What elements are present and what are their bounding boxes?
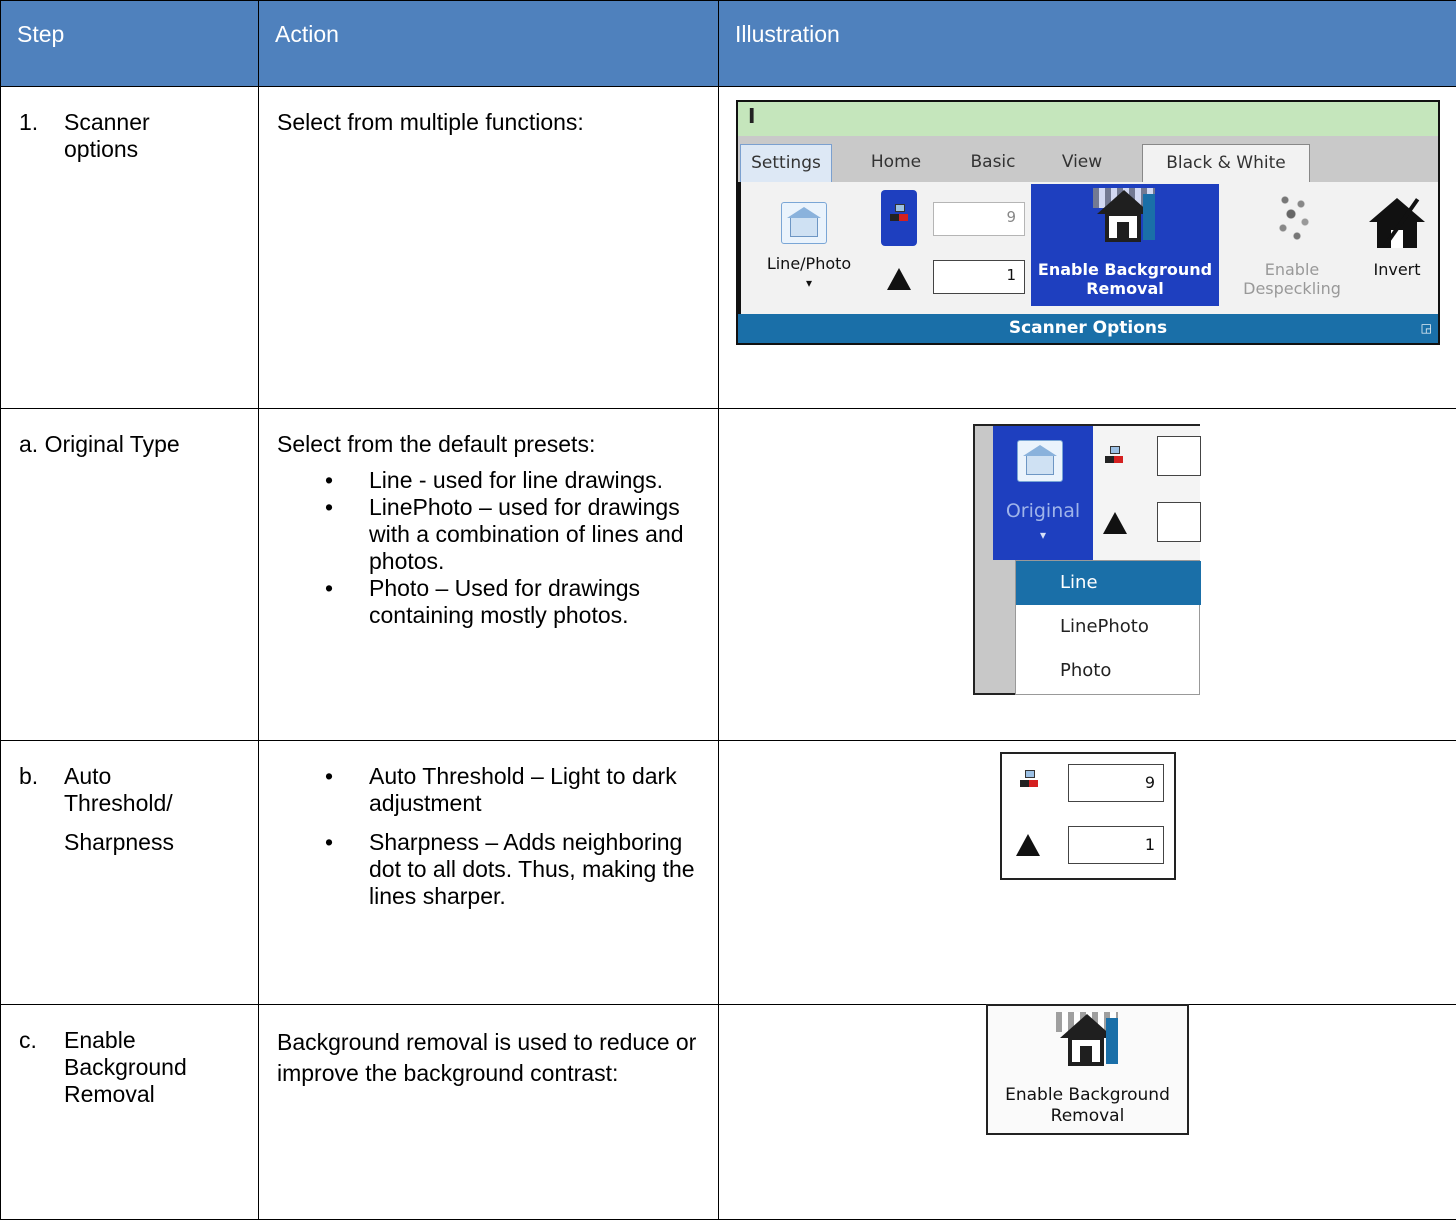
threshold-field[interactable] [1157,436,1201,476]
header-illustration: Illustration [719,1,1456,87]
tab-basic[interactable]: Basic [968,144,1018,182]
tab-black-white[interactable]: Black & White [1142,144,1310,184]
invert-icon [1369,194,1425,248]
line-photo-label: Line/Photo [759,254,859,273]
despeckle-icon [1275,192,1315,242]
threshold-icon [1020,770,1038,788]
tab-home[interactable]: Home [866,144,926,182]
table-row: c. Enable Background Removal Background … [1,1005,1456,1220]
bg-removal-label-1: Enable Background [988,1086,1187,1105]
original-type-screenshot: Original ▾ Line LinePhoto Photo [973,424,1200,695]
enable-background-removal-button[interactable]: Enable Background Removal [1031,184,1219,306]
step-label: a. Original Type [1,409,258,458]
ribbon-tabs: Settings Home Basic View Black & White [738,136,1438,182]
menu-item-photo[interactable]: Photo [1016,649,1201,693]
action-text: Select from multiple functions: [259,87,718,136]
invert-button[interactable]: Invert [1357,190,1437,306]
scanner-options-group-label: Scanner Options ◲ [738,314,1438,345]
menu-item-line[interactable]: Line [1016,561,1201,605]
house-icon [1017,440,1063,482]
sharpness-icon [887,268,911,290]
sharpness-icon [1016,834,1040,856]
background-removal-icon [1056,1012,1118,1068]
bg-removal-label-2: Removal [988,1107,1187,1126]
threshold-icon [890,204,908,222]
list-item: Sharpness – Adds neighboring dot to all … [259,829,698,910]
original-label: Original [993,502,1093,521]
house-icon [781,202,827,244]
threshold-icon-button[interactable] [881,190,917,246]
dialog-launcher-icon[interactable]: ◲ [1421,314,1432,343]
sharpness-field[interactable]: 1 [933,260,1025,294]
threshold-icon [1105,446,1123,464]
table-row: b. Auto Threshold/ Sharpness Auto Thresh… [1,741,1456,1005]
app-glyph: I [748,104,755,128]
header-action: Action [259,1,719,87]
list-item: Photo – Used for drawings containing mos… [259,575,698,629]
threshold-field[interactable]: 9 [933,202,1025,236]
original-button[interactable]: Original ▾ [993,426,1093,560]
sharpness-icon [1103,512,1127,534]
enable-background-removal-button[interactable]: Enable Background Removal [988,1006,1187,1133]
group-label-text: Scanner Options [1009,318,1167,338]
original-type-menu: Line LinePhoto Photo [1015,560,1200,695]
enable-despeckling-button[interactable]: Enable Despeckling [1237,190,1347,306]
header-step: Step [1,1,259,87]
step-number: b. [19,763,64,817]
header-row: Step Action Illustration [1,1,1456,87]
tab-settings[interactable]: Settings [740,144,832,182]
ribbon-body: Line/Photo ▾ 9 1 Enable Background Remov… [738,182,1440,314]
threshold-field[interactable]: 9 [1068,764,1164,802]
action-text: Background removal is used to reduce or … [259,1005,718,1089]
menu-item-linephoto[interactable]: LinePhoto [1016,605,1201,649]
background-removal-icon [1093,188,1155,244]
chevron-down-icon: ▾ [993,526,1093,545]
step-label-2: Sharpness [19,829,246,856]
list-item: Auto Threshold – Light to dark adjustmen… [259,763,698,817]
invert-label: Invert [1357,260,1437,279]
line-photo-button[interactable]: Line/Photo ▾ [759,196,859,306]
chevron-down-icon: ▾ [759,274,859,293]
step-label: Auto Threshold/ [64,763,184,817]
list-item: Line - used for line drawings. [259,467,698,494]
list-item: LinePhoto – used for drawings with a com… [259,494,698,575]
sharpness-field[interactable]: 1 [1068,826,1164,864]
background-removal-screenshot: Enable Background Removal [986,1004,1189,1135]
bg-removal-label-1: Enable Background [1031,260,1219,279]
table-row: a. Original Type Select from the default… [1,409,1456,741]
despeckle-label-2: Despeckling [1237,279,1347,298]
despeckle-label-1: Enable [1237,260,1347,279]
ribbon-screenshot: I Settings Home Basic View Black & White… [736,100,1440,345]
step-number: c. [19,1027,64,1108]
sharpness-field[interactable] [1157,502,1201,542]
ribbon-title-bar: I [738,102,1438,136]
step-number: 1. [19,109,64,163]
bg-removal-label-2: Removal [1031,279,1219,298]
step-label: Enable Background Removal [64,1027,184,1108]
tab-view[interactable]: View [1060,144,1104,182]
action-text: Select from the default presets: [277,431,698,458]
step-label: Scanner options [64,109,184,163]
threshold-sharpness-screenshot: 9 1 [1000,752,1176,880]
